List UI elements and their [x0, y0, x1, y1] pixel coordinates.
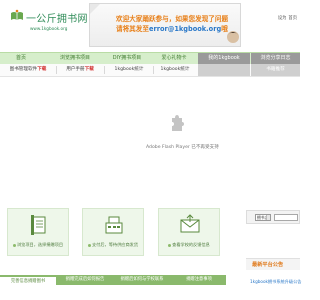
help-tab-complete-info[interactable]: 完善信息捐赠图书 — [0, 275, 56, 285]
bullet-icon — [12, 243, 16, 247]
site-name: 一公斤拥书网 — [26, 14, 88, 25]
notice-item-link[interactable]: 1kgbook拥书系统升级公告 — [250, 279, 301, 285]
subnav-library-software-label: 图书管理软件 — [9, 67, 38, 72]
step-card-pay[interactable]: 支付后，等待供应商发货 — [82, 208, 144, 256]
top-links: 设为 首页 — [276, 15, 297, 21]
nav-gift-card[interactable]: 爱心礼物卡 — [154, 53, 194, 64]
mascot-avatar-icon — [227, 31, 239, 43]
search-bar: 拥书方 — [246, 210, 300, 224]
nav-diy-projects[interactable]: DIY拥书项目 — [104, 53, 150, 64]
subnav-stats-1[interactable]: 1kgbook统计 — [106, 64, 152, 76]
search-type-select[interactable]: 拥书方 — [255, 214, 271, 221]
flash-placeholder: Adobe Flash Player 已不再受支持 — [70, 100, 220, 170]
search-input[interactable] — [274, 214, 298, 221]
subnav-stats-2[interactable]: 1kgbook统计 — [154, 64, 196, 76]
step-card-feedback-caption: 查看学校的反馈信息 — [161, 242, 217, 248]
help-tab-contact-school[interactable]: 捐赠后如何与学校联系 — [114, 275, 170, 285]
cash-register-icon — [105, 216, 123, 234]
subnav-blank-tab[interactable] — [198, 64, 250, 76]
subnav-library-software[interactable]: 图书管理软件下载 — [2, 64, 54, 76]
banner-line-2: 请将其发至error@1kgbook.org哦 — [116, 23, 228, 33]
notice-header: 最新平台公告 — [246, 258, 300, 270]
nav-share-logs[interactable]: 浏览分享日志 — [251, 53, 300, 64]
nav-my-1kgbook[interactable]: 我的1kgbook — [198, 53, 250, 64]
subnav-book-recommend[interactable]: 书籍推荐 — [251, 64, 300, 76]
announcement-banner: 欢迎大家踊跃参与，如果您发现了问题 请将其发至error@1kgbook.org… — [89, 3, 241, 47]
nav-home[interactable]: 首页 — [0, 53, 42, 64]
top-link-set[interactable]: 设为 — [278, 16, 287, 21]
subnav-user-manual-download[interactable]: 下载 — [85, 67, 94, 72]
book-logo-icon — [11, 9, 23, 20]
step-card-browse-text: 浏览项目，选择捐赠项目 — [16, 242, 64, 247]
step-card-feedback[interactable]: 查看学校的反馈信息 — [158, 208, 220, 256]
subnav-user-manual-label: 用户手册 — [66, 67, 85, 72]
bullet-icon — [87, 243, 91, 247]
site-domain: www.1kgbook.org — [30, 26, 68, 31]
step-card-browse-caption: 浏览项目，选择捐赠项目 — [10, 242, 66, 248]
step-card-browse[interactable]: 浏览项目，选择捐赠项目 — [7, 208, 69, 256]
banner-line-2-prefix: 请将其发至 — [116, 25, 149, 33]
help-tab-notes[interactable]: 捐赠注意事项 — [172, 275, 226, 285]
main-nav: 首页 浏览拥书项目 DIY拥书项目 爱心礼物卡 我的1kgbook 浏览分享日志 — [0, 52, 300, 64]
book-stack-icon — [31, 215, 46, 235]
notice-title: 最新平台公告 — [252, 262, 284, 268]
banner-email-link[interactable]: error@1kgbook.org — [149, 25, 221, 33]
subnav-user-manual[interactable]: 用户手册下载 — [58, 64, 102, 76]
step-card-pay-text: 支付后，等待供应商发货 — [91, 242, 139, 247]
banner-line-1: 欢迎大家踊跃参与，如果您发现了问题 — [116, 15, 229, 23]
bullet-icon — [168, 243, 172, 247]
banner-fold-decoration — [90, 4, 100, 14]
flash-unsupported-message: Adobe Flash Player 已不再受支持 — [146, 145, 219, 150]
help-tabs: 完善信息捐赠图书 捐赠完成后如何报告 捐赠后如何与学校联系 捐赠注意事项 — [0, 275, 226, 285]
envelope-icon — [180, 214, 200, 233]
help-tab-report[interactable]: 捐赠完成后如何报告 — [58, 275, 112, 285]
subnav-library-software-download[interactable]: 下载 — [37, 67, 46, 72]
subnav-divider — [56, 66, 57, 74]
nav-browse-projects[interactable]: 浏览拥书项目 — [52, 53, 98, 64]
step-card-pay-caption: 支付后，等待供应商发货 — [85, 242, 141, 248]
step-card-feedback-text: 查看学校的反馈信息 — [172, 242, 210, 247]
subnav-divider — [104, 66, 105, 74]
top-link-home[interactable]: 首页 — [288, 16, 297, 21]
sub-nav: 图书管理软件下载 用户手册下载 1kgbook统计 1kgbook统计 书籍推荐 — [0, 64, 300, 77]
chevron-down-icon — [266, 215, 270, 220]
site-logo[interactable]: 一公斤拥书网 www.1kgbook.org — [8, 5, 88, 39]
plugin-puzzle-icon — [172, 115, 184, 131]
